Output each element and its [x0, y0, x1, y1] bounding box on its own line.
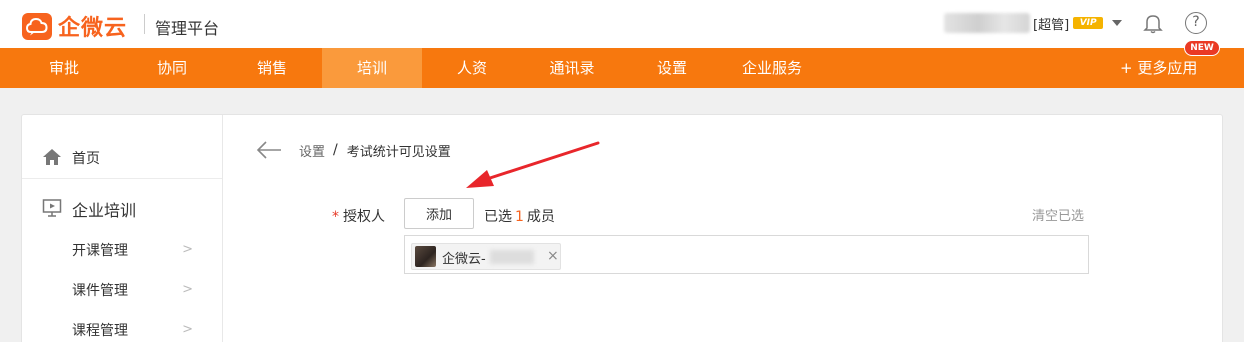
close-icon[interactable]: ×: [547, 248, 559, 264]
breadcrumb: 设置 / 考试统计可见设置: [256, 140, 451, 160]
sidebar-item-course-management[interactable]: 课程管理 >: [72, 320, 202, 342]
presentation-icon: [42, 198, 62, 222]
selected-prefix: 已选: [484, 209, 512, 225]
vip-badge: VIP: [1073, 17, 1104, 29]
selected-members-box[interactable]: 企微云- ×: [404, 235, 1089, 274]
sidebar: 首页 企业培训 开课管理 > 课件管理 > 课程管理 >: [22, 115, 223, 342]
nav-item-collaboration[interactable]: 协同: [122, 48, 222, 88]
selected-count: 1: [515, 209, 524, 225]
nav-item-enterprise-services[interactable]: 企业服务: [722, 48, 822, 88]
platform-title: 管理平台: [155, 19, 220, 38]
required-mark: *: [332, 209, 339, 225]
home-icon: [42, 148, 62, 170]
member-tag: 企微云- ×: [411, 243, 561, 270]
help-icon[interactable]: ?: [1185, 12, 1207, 34]
authorizer-label-text: 授权人: [343, 209, 385, 225]
breadcrumb-current: 考试统计可见设置: [346, 144, 451, 160]
nav-item-hr[interactable]: 人资: [422, 48, 522, 88]
chevron-down-icon[interactable]: [1112, 20, 1123, 26]
clear-selection-link[interactable]: 清空已选: [1032, 205, 1084, 224]
sidebar-item-course-scheduling[interactable]: 开课管理 >: [72, 240, 202, 264]
nav-item-settings[interactable]: 设置: [622, 48, 722, 88]
user-role: [超管]: [1033, 17, 1070, 33]
nav-item-contacts[interactable]: 通讯录: [522, 48, 622, 88]
new-badge: NEW: [1184, 40, 1220, 56]
sidebar-item-home[interactable]: 首页: [22, 134, 222, 179]
nav-item-sales[interactable]: 销售: [222, 48, 322, 88]
chevron-right-icon: >: [182, 282, 193, 297]
breadcrumb-separator: /: [333, 142, 338, 158]
main-nav: 审批 协同 销售 培训 人资 通讯录 设置 企业服务 + 更多应用: [0, 48, 1244, 88]
authorizer-label: * 授权人: [332, 206, 385, 226]
sidebar-group-label: 企业培训: [72, 201, 137, 220]
chevron-right-icon: >: [182, 322, 193, 337]
selected-count-text: 已选 1 成员: [484, 206, 555, 226]
cloud-logo-icon: [22, 12, 52, 40]
nav-item-approval[interactable]: 审批: [22, 48, 106, 88]
member-name: 企微云-: [442, 252, 486, 267]
sidebar-group-training[interactable]: 企业培训: [22, 193, 222, 223]
content-panel: 首页 企业培训 开课管理 > 课件管理 > 课程管理 > 设置 / 考试统计可见…: [21, 114, 1223, 342]
chevron-right-icon: >: [182, 242, 193, 257]
sidebar-item-label: 课程管理: [72, 323, 128, 339]
bell-icon[interactable]: [1142, 12, 1164, 38]
user-name-redacted: [944, 13, 1030, 33]
header-divider: [144, 14, 145, 34]
member-name-redacted: [490, 250, 534, 264]
avatar: [415, 246, 436, 267]
selected-suffix: 成员: [526, 209, 555, 225]
app-logo[interactable]: 企微云: [22, 10, 127, 42]
breadcrumb-settings-link[interactable]: 设置: [299, 141, 325, 160]
logo-text: 企微云: [58, 16, 128, 41]
sidebar-item-courseware[interactable]: 课件管理 >: [72, 280, 202, 304]
nav-item-training[interactable]: 培训: [322, 48, 422, 88]
sidebar-item-label: 首页: [72, 151, 100, 167]
user-menu[interactable]: [超管] VIP: [944, 13, 1123, 33]
sidebar-item-label: 课件管理: [72, 283, 128, 299]
top-header: 企微云 管理平台 [超管] VIP ?: [0, 0, 1244, 48]
sidebar-item-label: 开课管理: [72, 243, 128, 259]
back-arrow-icon[interactable]: [256, 140, 282, 160]
add-member-button[interactable]: 添加: [404, 198, 474, 229]
